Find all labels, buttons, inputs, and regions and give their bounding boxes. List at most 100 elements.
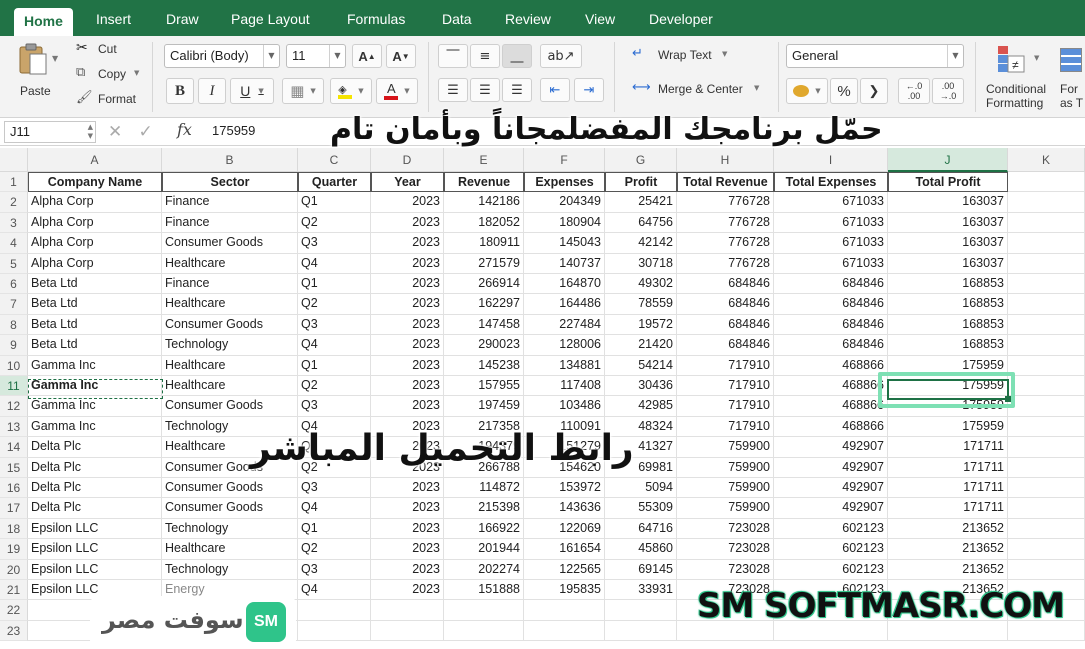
table-cell[interactable]: 117408: [524, 376, 605, 397]
tab-page-layout[interactable]: Page Layout: [221, 6, 320, 32]
table-cell[interactable]: 54214: [605, 355, 677, 376]
column-header-c[interactable]: C: [298, 148, 371, 172]
table-cell[interactable]: Beta Ltd: [28, 335, 162, 356]
table-cell[interactable]: 180911: [444, 233, 524, 254]
table-cell[interactable]: 468866: [774, 396, 888, 417]
table-cell[interactable]: 492907: [774, 478, 888, 499]
table-cell[interactable]: Q2: [298, 539, 371, 560]
empty-cell[interactable]: [444, 620, 524, 642]
row-header[interactable]: 15: [0, 457, 28, 478]
table-cell[interactable]: 64756: [605, 212, 677, 234]
table-cell[interactable]: Q2: [298, 294, 371, 315]
empty-cell[interactable]: [444, 600, 524, 621]
underline-button[interactable]: U ▼: [230, 78, 274, 104]
table-cell[interactable]: Beta Ltd: [28, 274, 162, 295]
table-cell[interactable]: 145238: [444, 355, 524, 376]
table-cell[interactable]: 204349: [524, 192, 605, 213]
table-cell[interactable]: 684846: [774, 314, 888, 336]
table-cell[interactable]: Gamma Inc: [28, 416, 162, 438]
table-cell[interactable]: 602123: [774, 518, 888, 540]
decrease-indent-icon[interactable]: ⇤: [540, 78, 570, 102]
row-header[interactable]: 5: [0, 253, 28, 274]
table-cell[interactable]: 64716: [605, 518, 677, 540]
table-cell[interactable]: Q2: [298, 212, 371, 234]
table-header-cell[interactable]: Total Profit: [888, 172, 1008, 193]
row-header[interactable]: 10: [0, 355, 28, 376]
table-cell[interactable]: 2023: [371, 478, 444, 499]
table-cell[interactable]: 290023: [444, 335, 524, 356]
table-cell[interactable]: Consumer Goods: [162, 233, 298, 254]
name-box[interactable]: J11 ▲ ▼: [4, 121, 96, 143]
empty-cell[interactable]: [1008, 355, 1085, 376]
table-cell[interactable]: 213652: [888, 539, 1008, 560]
table-cell[interactable]: 602123: [774, 559, 888, 580]
empty-cell[interactable]: [524, 600, 605, 621]
fill-color-button[interactable]: ◈ ▼: [330, 78, 372, 104]
column-header-f[interactable]: F: [524, 148, 605, 172]
empty-cell[interactable]: [1008, 212, 1085, 234]
empty-cell[interactable]: [1008, 274, 1085, 295]
table-cell[interactable]: 151888: [444, 580, 524, 601]
table-cell[interactable]: Healthcare: [162, 539, 298, 560]
row-header[interactable]: 19: [0, 539, 28, 560]
table-cell[interactable]: 42142: [605, 233, 677, 254]
row-header[interactable]: 21: [0, 580, 28, 601]
table-cell[interactable]: 163037: [888, 192, 1008, 213]
empty-cell[interactable]: [1008, 416, 1085, 438]
table-cell[interactable]: 2023: [371, 396, 444, 417]
borders-button[interactable]: ▦ ▼: [282, 78, 324, 104]
table-cell[interactable]: 671033: [774, 253, 888, 274]
table-cell[interactable]: 168853: [888, 294, 1008, 315]
column-header-i[interactable]: I: [774, 148, 888, 172]
table-cell[interactable]: Healthcare: [162, 376, 298, 397]
merge-center-button[interactable]: ⟷ Merge & Center ▼: [630, 80, 770, 100]
table-cell[interactable]: 684846: [774, 335, 888, 356]
function-icon[interactable]: fx: [177, 120, 192, 139]
column-header-j[interactable]: J: [888, 148, 1008, 172]
wrap-text-button[interactable]: ↵ Wrap Text ▼: [630, 46, 750, 66]
increase-decimal-button[interactable]: ←.0 .00: [898, 78, 930, 104]
table-cell[interactable]: 25421: [605, 192, 677, 213]
row-header[interactable]: 7: [0, 294, 28, 315]
empty-cell[interactable]: [1008, 253, 1085, 274]
table-cell[interactable]: Q3: [298, 396, 371, 417]
table-cell[interactable]: 723028: [677, 539, 774, 560]
table-cell[interactable]: Gamma Inc: [28, 355, 162, 376]
tab-view[interactable]: View: [575, 6, 625, 32]
empty-cell[interactable]: [1008, 457, 1085, 478]
empty-cell[interactable]: [1008, 314, 1085, 336]
table-cell[interactable]: 134881: [524, 355, 605, 376]
table-cell[interactable]: 163037: [888, 233, 1008, 254]
empty-cell[interactable]: [1008, 396, 1085, 417]
table-cell[interactable]: Epsilon LLC: [28, 518, 162, 540]
table-cell[interactable]: 195835: [524, 580, 605, 601]
empty-cell[interactable]: [1008, 192, 1085, 213]
align-center-icon[interactable]: ☰: [470, 78, 500, 102]
tab-formulas[interactable]: Formulas: [337, 6, 415, 32]
empty-cell[interactable]: [605, 620, 677, 642]
table-header-cell[interactable]: Revenue: [444, 172, 524, 193]
table-cell[interactable]: Gamma Inc: [28, 396, 162, 417]
fill-handle[interactable]: [1005, 396, 1011, 402]
table-cell[interactable]: 468866: [774, 355, 888, 376]
table-cell[interactable]: 684846: [677, 274, 774, 295]
row-header[interactable]: 4: [0, 233, 28, 254]
table-cell[interactable]: 168853: [888, 335, 1008, 356]
chevron-down-icon[interactable]: ▼: [52, 54, 58, 63]
empty-cell[interactable]: [524, 620, 605, 642]
table-cell[interactable]: Consumer Goods: [162, 478, 298, 499]
table-cell[interactable]: 776728: [677, 253, 774, 274]
table-cell[interactable]: Technology: [162, 559, 298, 580]
table-cell[interactable]: 2023: [371, 559, 444, 580]
table-cell[interactable]: 30718: [605, 253, 677, 274]
table-cell[interactable]: 717910: [677, 396, 774, 417]
table-cell[interactable]: 49302: [605, 274, 677, 295]
table-cell[interactable]: 759900: [677, 478, 774, 499]
column-header-a[interactable]: A: [28, 148, 162, 172]
row-header[interactable]: 9: [0, 335, 28, 356]
table-cell[interactable]: 684846: [677, 314, 774, 336]
table-cell[interactable]: 153972: [524, 478, 605, 499]
table-cell[interactable]: 271579: [444, 253, 524, 274]
font-color-button[interactable]: A ▼: [376, 78, 418, 104]
row-header[interactable]: 23: [0, 620, 28, 642]
